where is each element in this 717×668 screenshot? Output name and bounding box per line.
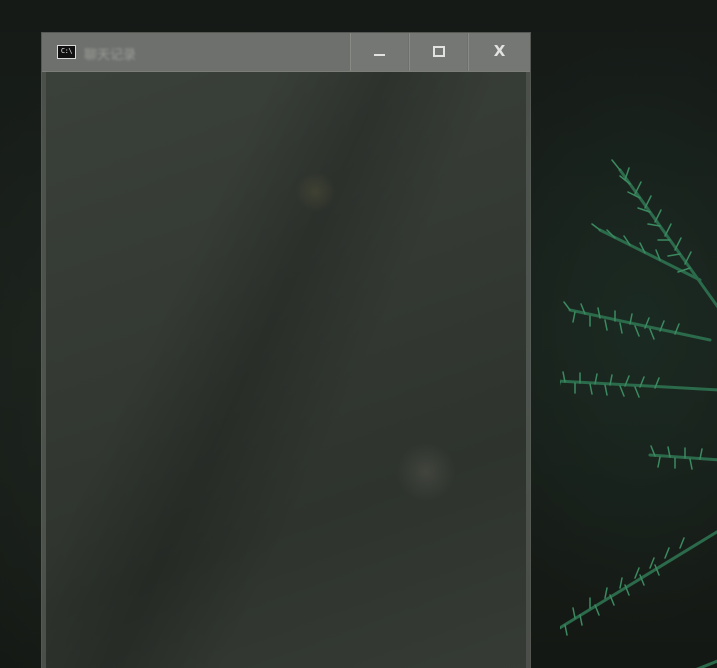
console-app-icon: C:\ — [57, 45, 76, 59]
close-icon: X — [493, 42, 506, 60]
close-button[interactable]: X — [468, 33, 530, 71]
fir-branch-decoration — [560, 80, 717, 668]
desktop-background: C:\ 聊天记录 X — [0, 0, 717, 668]
window-title: 聊天记录 — [84, 48, 137, 63]
maximize-icon — [432, 45, 445, 57]
window-titlebar[interactable]: C:\ 聊天记录 X — [42, 33, 530, 72]
minimize-icon — [374, 54, 385, 56]
app-window: C:\ 聊天记录 X — [42, 33, 530, 668]
minimize-button[interactable] — [350, 33, 408, 71]
maximize-button[interactable] — [409, 33, 467, 71]
window-content-area[interactable] — [46, 72, 526, 668]
